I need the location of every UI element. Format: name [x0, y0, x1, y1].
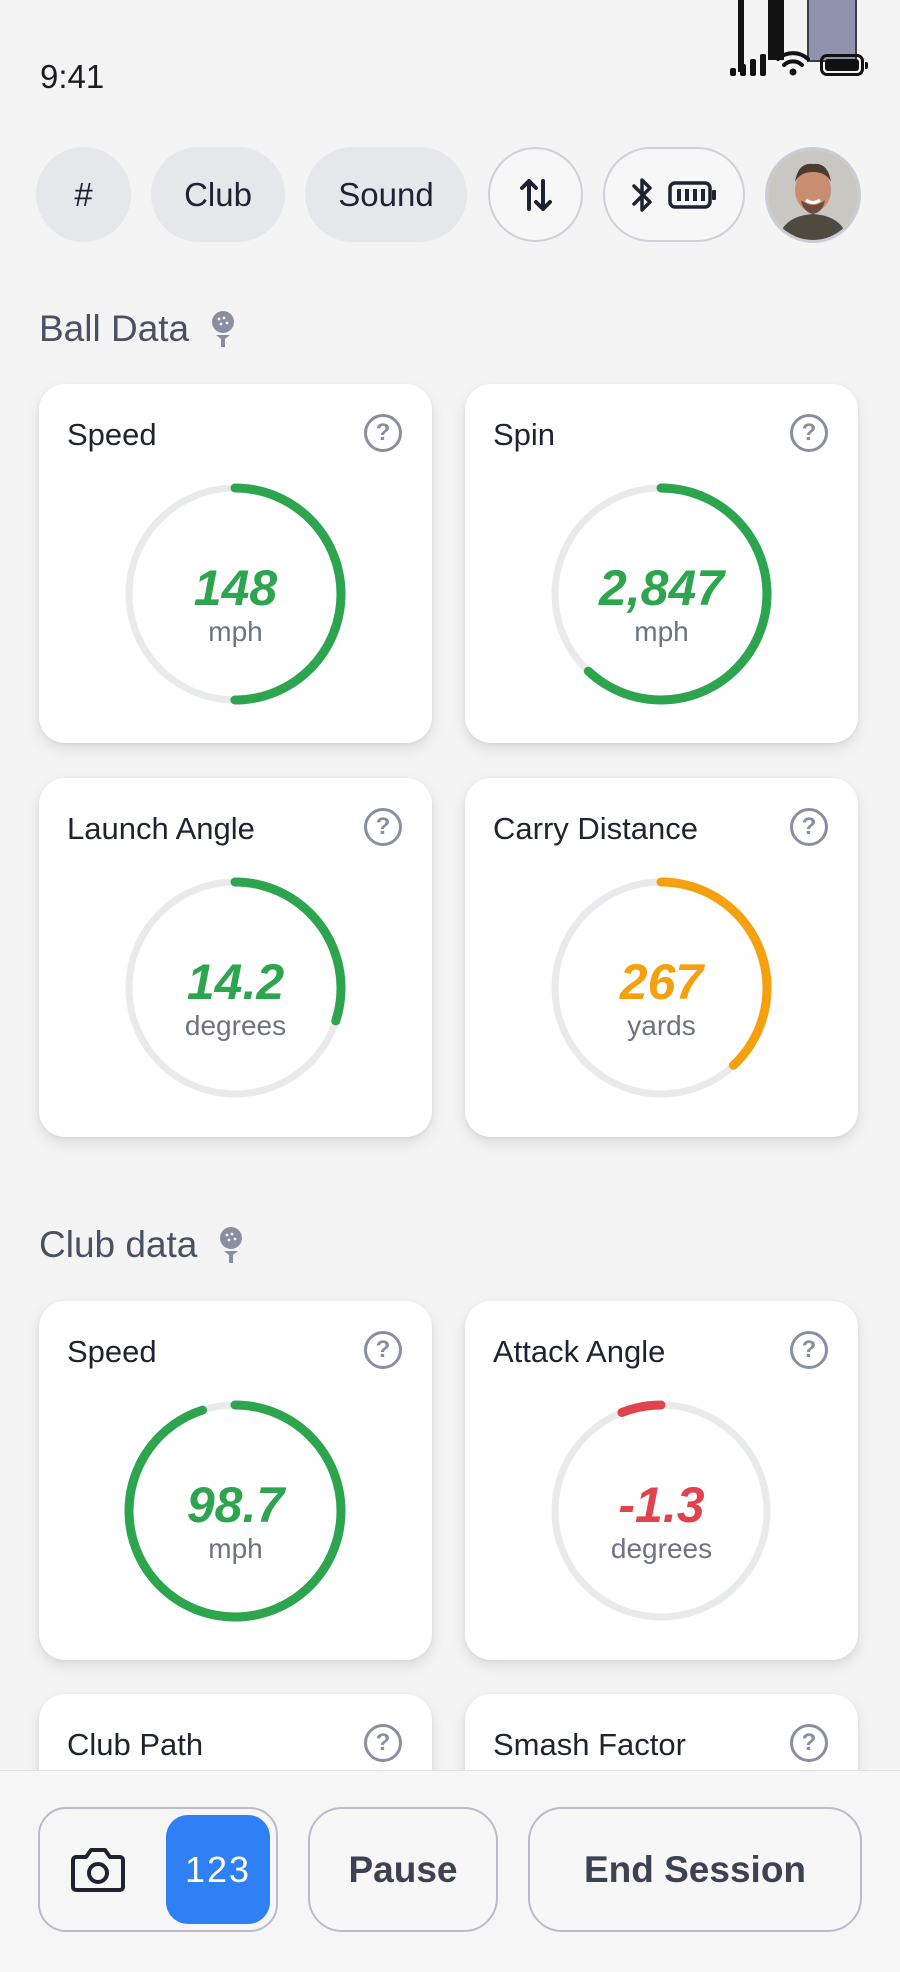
metric-label: Speed: [67, 417, 157, 452]
club-data-title: Club data: [39, 1224, 198, 1265]
help-icon[interactable]: ?: [790, 1331, 828, 1369]
metric-unit: mph: [208, 616, 263, 647]
ball-data-heading: Ball Data: [39, 308, 239, 350]
club-filter-label: Club: [184, 175, 252, 213]
bluetooth-icon: [632, 177, 652, 212]
signal-icon: [730, 54, 766, 76]
end-session-button[interactable]: End Session: [528, 1807, 862, 1932]
metric-value: 2,847: [598, 560, 725, 616]
metric-value: -1.3: [618, 1477, 705, 1533]
carry-distance-card[interactable]: Carry Distance ? 267 yards: [465, 778, 858, 1137]
status-time: 9:41: [40, 58, 105, 95]
swap-vertical-icon: [519, 178, 552, 211]
device-battery-icon: [668, 180, 716, 209]
help-icon[interactable]: ?: [790, 1724, 828, 1762]
status-icons: [730, 50, 868, 76]
metric-value: 267: [619, 954, 704, 1010]
sound-filter-label: Sound: [338, 175, 434, 213]
pause-button[interactable]: Pause: [308, 1807, 498, 1932]
metric-unit: mph: [208, 1533, 263, 1564]
club-speed-card[interactable]: Speed ? 98.7 mph: [39, 1301, 432, 1660]
sort-button[interactable]: [488, 147, 583, 242]
metric-label: Club Path: [67, 1727, 204, 1762]
metric-label: Attack Angle: [493, 1334, 666, 1369]
number-filter-label: #: [74, 175, 93, 213]
ball-data-title: Ball Data: [39, 308, 190, 349]
launch-angle-card[interactable]: Launch Angle ? 14.2 degrees: [39, 778, 432, 1137]
avatar-photo: [768, 150, 858, 240]
help-icon[interactable]: ?: [364, 1331, 402, 1369]
battery-icon: [820, 54, 868, 76]
view-mode-toggle[interactable]: 123: [38, 1807, 278, 1932]
help-icon[interactable]: ?: [364, 1724, 402, 1762]
help-icon[interactable]: ?: [790, 808, 828, 846]
metric-label: Smash Factor: [493, 1727, 686, 1762]
metric-label: Spin: [493, 417, 556, 452]
club-filter-button[interactable]: Club: [151, 147, 285, 242]
help-icon[interactable]: ?: [364, 414, 402, 452]
metric-label: Speed: [67, 1334, 157, 1369]
metric-unit: mph: [634, 616, 689, 647]
attack-angle-card[interactable]: Attack Angle ? -1.3 degrees: [465, 1301, 858, 1660]
wifi-icon: [776, 51, 810, 76]
user-avatar[interactable]: [765, 147, 861, 243]
metric-unit: degrees: [184, 1010, 287, 1041]
metric-value: 98.7: [186, 1477, 285, 1533]
numeric-view-button[interactable]: 123: [166, 1815, 270, 1924]
ball-spin-card[interactable]: Spin ? 2,847 mph: [465, 384, 858, 743]
metric-value: 148: [193, 560, 278, 616]
golf-ball-on-tee-icon: [212, 311, 235, 347]
sound-filter-button[interactable]: Sound: [305, 147, 467, 242]
help-icon[interactable]: ?: [364, 808, 402, 846]
golf-ball-on-tee-icon: [220, 1227, 243, 1263]
camera-icon[interactable]: [70, 1843, 126, 1895]
ball-speed-card[interactable]: Speed ? 148 mph: [39, 384, 432, 743]
device-connection-button[interactable]: [603, 147, 745, 242]
number-filter-button[interactable]: #: [36, 147, 131, 242]
help-icon[interactable]: ?: [790, 414, 828, 452]
metric-value: 14.2: [186, 954, 285, 1010]
metric-unit: yards: [627, 1010, 696, 1041]
metric-label: Carry Distance: [493, 811, 698, 846]
club-data-heading: Club data: [39, 1224, 247, 1266]
metric-label: Launch Angle: [67, 811, 255, 846]
metric-unit: degrees: [610, 1533, 713, 1564]
